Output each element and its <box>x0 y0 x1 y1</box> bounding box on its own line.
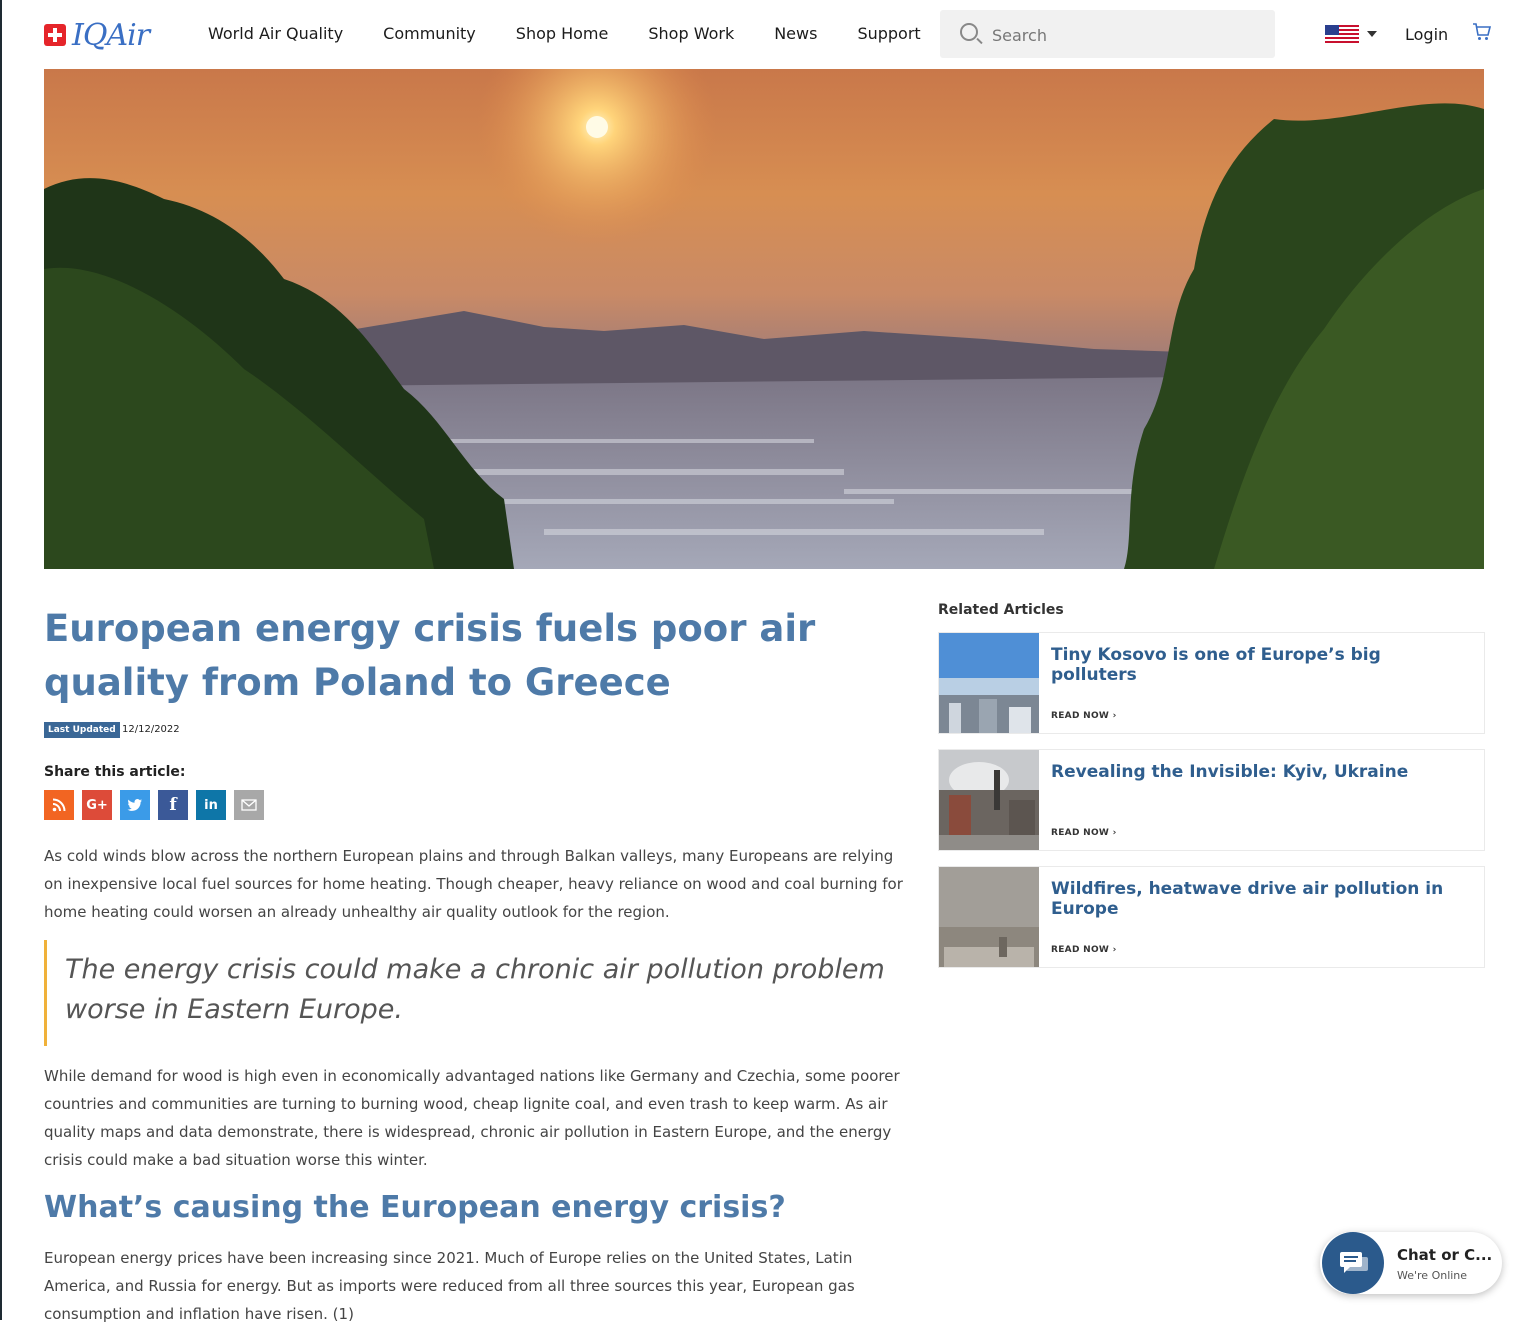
facebook-icon: f <box>169 795 177 815</box>
hero-image <box>44 69 1484 569</box>
related-article-thumbnail <box>939 633 1039 733</box>
related-article-thumbnail <box>939 867 1039 967</box>
related-articles-heading: Related Articles <box>938 602 1064 618</box>
chat-bubble-icon <box>1340 1252 1368 1273</box>
main-nav: World Air Quality Community Shop Home Sh… <box>208 24 961 43</box>
nav-shop-work[interactable]: Shop Work <box>648 24 734 43</box>
sun <box>586 116 608 138</box>
swiss-cross-icon <box>44 24 66 46</box>
chevron-right-icon: › <box>1112 828 1117 838</box>
article-paragraph-2: While demand for wood is high even in ec… <box>44 1067 900 1169</box>
pull-quote-text: The energy crisis could make a chronic a… <box>65 954 885 1025</box>
read-now-label: READ NOW <box>1051 828 1110 838</box>
share-label: Share this article: <box>44 764 186 780</box>
article-paragraph-3: European energy prices have been increas… <box>44 1249 855 1323</box>
read-now-link[interactable]: READ NOW › <box>1051 711 1117 721</box>
google-plus-icon: G+ <box>86 797 108 813</box>
last-updated-date: 12/12/2022 <box>122 724 180 735</box>
email-icon <box>241 799 257 811</box>
search-icon[interactable] <box>960 23 978 41</box>
pull-quote: The energy crisis could make a chronic a… <box>44 940 913 1046</box>
us-flag-icon[interactable] <box>1325 25 1359 43</box>
related-article-title[interactable]: Tiny Kosovo is one of Europe’s big pollu… <box>1051 645 1471 685</box>
google-plus-share-button[interactable]: G+ <box>82 790 112 820</box>
share-buttons: G+ f in <box>44 790 272 820</box>
article-paragraph-1: As cold winds blow across the northern E… <box>44 847 903 921</box>
related-article-thumbnail <box>939 750 1039 850</box>
read-now-label: READ NOW <box>1051 945 1110 955</box>
chevron-right-icon: › <box>1112 711 1117 721</box>
sun-glow <box>477 69 717 247</box>
nav-support[interactable]: Support <box>857 24 920 43</box>
article-title: European energy crisis fuels poor air qu… <box>44 607 816 704</box>
read-now-link[interactable]: READ NOW › <box>1051 945 1117 955</box>
nav-world-air-quality[interactable]: World Air Quality <box>208 24 343 43</box>
linkedin-share-button[interactable]: in <box>196 790 226 820</box>
chat-status: We're Online <box>1397 1269 1468 1282</box>
related-article-title[interactable]: Wildfires, heatwave drive air pollution … <box>1051 879 1471 919</box>
nav-news[interactable]: News <box>774 24 817 43</box>
related-article-title[interactable]: Revealing the Invisible: Kyiv, Ukraine <box>1051 762 1471 782</box>
section-heading: What’s causing the European energy crisi… <box>44 1190 786 1225</box>
chevron-right-icon: › <box>1112 945 1117 955</box>
login-link[interactable]: Login <box>1405 25 1448 44</box>
email-share-button[interactable] <box>234 790 264 820</box>
nav-shop-home[interactable]: Shop Home <box>516 24 609 43</box>
search-box <box>940 10 1275 58</box>
chat-widget[interactable]: Chat or C... We're Online <box>1320 1232 1502 1294</box>
window-edge <box>0 0 2 1320</box>
linkedin-icon: in <box>204 797 218 813</box>
search-input[interactable] <box>990 22 1264 48</box>
related-article-card[interactable]: Wildfires, heatwave drive air pollution … <box>938 866 1485 968</box>
last-updated-badge: Last Updated <box>44 722 120 738</box>
nav-community[interactable]: Community <box>383 24 476 43</box>
logo-text: IQAir <box>72 17 150 53</box>
chat-button[interactable] <box>1322 1232 1384 1294</box>
cart-icon[interactable] <box>1472 22 1492 42</box>
site-header: IQAir World Air Quality Community Shop H… <box>0 0 1526 68</box>
read-now-link[interactable]: READ NOW › <box>1051 828 1117 838</box>
read-now-label: READ NOW <box>1051 711 1110 721</box>
rss-share-button[interactable] <box>44 790 74 820</box>
rss-icon <box>52 798 66 812</box>
related-article-card[interactable]: Tiny Kosovo is one of Europe’s big pollu… <box>938 632 1485 734</box>
facebook-share-button[interactable]: f <box>158 790 188 820</box>
twitter-icon <box>127 799 142 811</box>
iqair-logo[interactable]: IQAir <box>44 17 150 53</box>
chevron-down-icon[interactable] <box>1367 31 1377 37</box>
hero-illustration <box>44 69 1484 569</box>
twitter-share-button[interactable] <box>120 790 150 820</box>
related-article-card[interactable]: Revealing the Invisible: Kyiv, Ukraine R… <box>938 749 1485 851</box>
chat-title: Chat or C... <box>1397 1246 1493 1264</box>
